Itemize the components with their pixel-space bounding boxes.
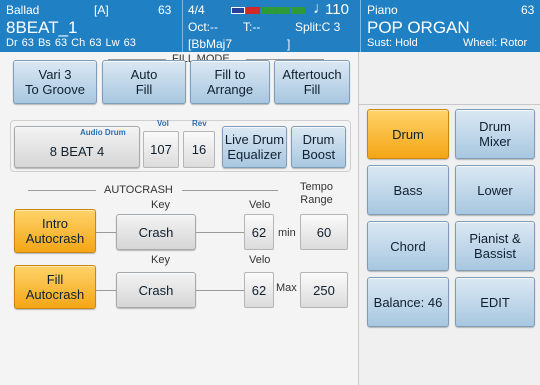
drum-menu-pane: Drum Drum Mixer Bass Lower Chord Pianist… xyxy=(358,52,540,385)
time-signature: 4/4 xyxy=(188,3,205,17)
intro-autocrash-button[interactable]: Intro Autocrash xyxy=(14,209,96,253)
beat-segment xyxy=(276,7,290,14)
edit-button[interactable]: EDIT xyxy=(455,277,535,327)
style-tag: [A] xyxy=(94,3,109,17)
intro-key-label: Key xyxy=(151,199,170,211)
tempo-range-label: Tempo Range xyxy=(300,181,334,206)
live-drum-equalizer-button[interactable]: Live Drum Equalizer xyxy=(222,126,287,168)
voice-category: Piano xyxy=(367,3,398,17)
audio-drum-value: 8 BEAT 4 xyxy=(49,143,105,159)
connector xyxy=(96,290,116,291)
connector xyxy=(96,232,116,233)
style-panel[interactable]: Ballad [A] 63 8BEAT_1 Dr 63 Bs 63 Ch 63 … xyxy=(0,0,182,52)
style-name: 8BEAT_1 xyxy=(6,18,78,37)
intro-velo-label: Velo xyxy=(249,199,271,211)
wheel-value: Wheel: Rotor xyxy=(463,37,528,49)
fill-autocrash-button[interactable]: Fill Autocrash xyxy=(14,265,96,309)
chord-button[interactable]: Chord xyxy=(367,221,449,271)
voice-name: POP ORGAN xyxy=(367,18,470,37)
tempo-min-value[interactable]: 60 xyxy=(300,214,348,250)
sustain-value: Sust: Hold xyxy=(367,37,418,49)
drum-button[interactable]: Drum xyxy=(367,109,449,159)
fill-velo-label: Velo xyxy=(249,254,271,266)
lower-button[interactable]: Lower xyxy=(455,165,535,215)
vol-label: Vol xyxy=(157,119,169,128)
min-label: min xyxy=(278,227,296,239)
max-label: Max xyxy=(276,282,297,294)
autocrash-title: AUTOCRASH xyxy=(104,184,173,196)
intro-key-value[interactable]: Crash xyxy=(116,214,196,250)
connector xyxy=(196,232,244,233)
beat-segment xyxy=(291,7,305,14)
vol-value[interactable]: 107 xyxy=(143,131,179,168)
arranger-screen: Ballad [A] 63 8BEAT_1 Dr 63 Bs 63 Ch 63 … xyxy=(0,0,540,385)
rev-value[interactable]: 16 xyxy=(183,131,215,168)
fill-to-arrange-button[interactable]: Fill to Arrange xyxy=(190,60,270,104)
rev-label: Rev xyxy=(192,119,207,128)
split-value: Split:C 3 xyxy=(295,20,341,34)
section-rule xyxy=(359,104,540,105)
intro-velo-value[interactable]: 62 xyxy=(244,214,274,250)
drum-boost-button[interactable]: Drum Boost xyxy=(291,126,346,168)
chord-bracket: ] xyxy=(287,37,291,51)
section-rule xyxy=(28,190,96,191)
transpose-value: T:-- xyxy=(243,20,261,34)
fill-key-value[interactable]: Crash xyxy=(116,272,196,308)
style-category: Ballad xyxy=(6,3,40,17)
voice-panel[interactable]: Piano 63 POP ORGAN Sust: Hold Wheel: Rot… xyxy=(361,0,540,52)
beat-segment xyxy=(246,7,260,14)
beat-segment xyxy=(231,7,245,14)
audio-drum-label: Audio Drum xyxy=(80,128,126,137)
performance-panel[interactable]: 4/4 ♩ 110 Oct:-- T:-- Split:C 3 [BbMaj7 … xyxy=(183,0,360,52)
fill-key-label: Key xyxy=(151,254,170,266)
chord-value: [BbMaj7 xyxy=(188,37,233,51)
tempo-value: 110 xyxy=(325,1,349,18)
style-number: 63 xyxy=(158,3,172,17)
style-status-line: Dr 63 Bs 63 Ch 63 Lw 63 xyxy=(6,37,136,49)
bass-button[interactable]: Bass xyxy=(367,165,449,215)
octave-value: Oct:-- xyxy=(188,20,218,34)
aftertouch-fill-button[interactable]: Aftertouch Fill xyxy=(274,60,350,104)
tempo-max-value[interactable]: 250 xyxy=(300,272,348,308)
auto-fill-button[interactable]: Auto Fill xyxy=(102,60,186,104)
drum-settings-pane: FILL MODE Vari 3 To Groove Auto Fill Fil… xyxy=(0,52,358,385)
vari-to-groove-button[interactable]: Vari 3 To Groove xyxy=(13,60,97,104)
section-rule xyxy=(182,190,278,191)
pianist-bassist-button[interactable]: Pianist & Bassist xyxy=(455,221,535,271)
fill-velo-value[interactable]: 62 xyxy=(244,272,274,308)
connector xyxy=(196,290,244,291)
beat-segment xyxy=(261,7,275,14)
drum-mixer-button[interactable]: Drum Mixer xyxy=(455,109,535,159)
voice-number: 63 xyxy=(521,3,535,17)
balance-button[interactable]: Balance: 46 xyxy=(367,277,449,327)
